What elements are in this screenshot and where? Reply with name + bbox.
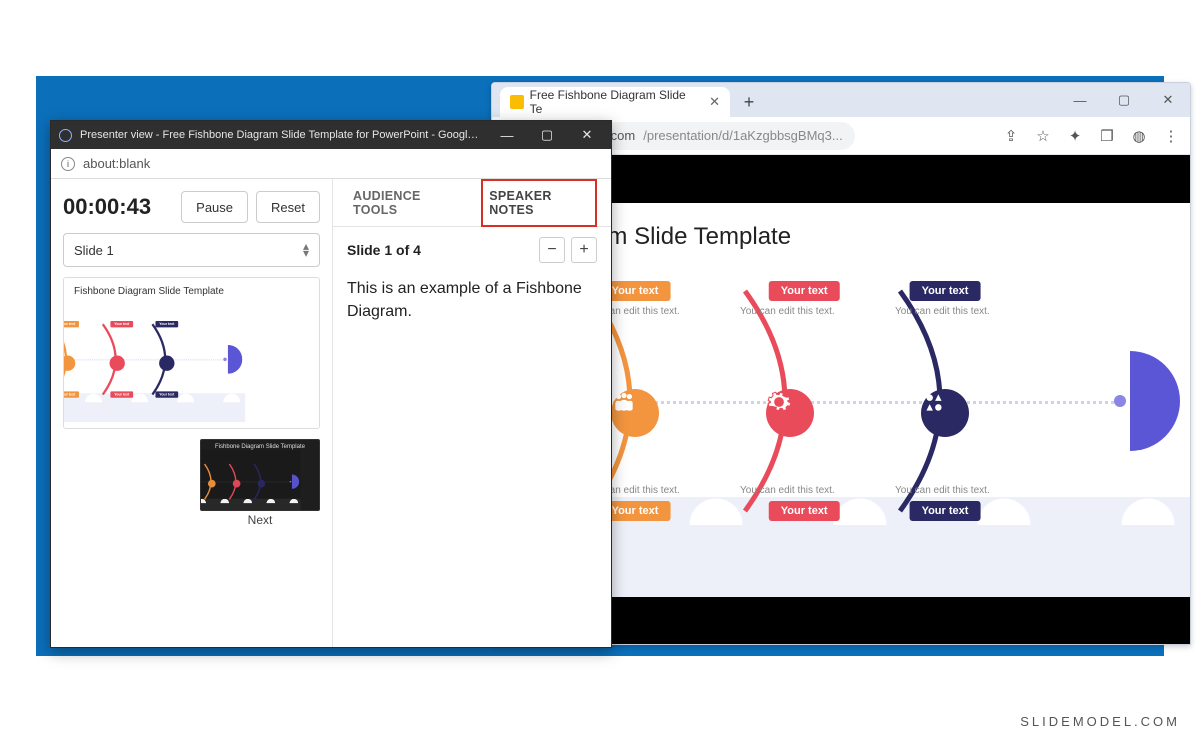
speaker-notes-text: This is an example of a Fishbone Diagram…	[333, 273, 611, 327]
slides-favicon-icon	[510, 95, 524, 109]
next-slide-thumbnail[interactable]: Fishbone Diagram Slide Template	[200, 439, 320, 511]
shapes-icon	[159, 356, 174, 371]
slide-selector[interactable]: Slide 1 ▴▾	[63, 233, 320, 267]
tab-close-icon[interactable]: ✕	[709, 94, 720, 110]
mini-tag: Your text	[110, 321, 133, 327]
pause-button[interactable]: Pause	[181, 191, 248, 223]
timer-display: 00:00:43	[63, 194, 173, 220]
presenter-tabs: AUDIENCE TOOLS SPEAKER NOTES	[333, 179, 611, 227]
window-close-button[interactable]: ✕	[1146, 83, 1190, 117]
shapes-icon	[258, 480, 266, 488]
presenter-minimize-button[interactable]: —	[491, 128, 523, 143]
slide-selector-label: Slide 1	[74, 243, 114, 258]
zoom-out-button[interactable]: −	[539, 237, 565, 263]
branch-2-label-top: Your text	[769, 281, 840, 301]
browser-tab-title: Free Fishbone Diagram Slide Te	[530, 88, 697, 116]
gear-icon	[110, 356, 125, 371]
share-icon[interactable]: ⇪	[1002, 127, 1020, 145]
presenter-url: about:blank	[83, 156, 150, 171]
branch-3-desc-top: You can edit this text.	[895, 305, 995, 318]
branch-3-label-bot: Your text	[910, 501, 981, 521]
mini-tag: Your text	[63, 321, 79, 327]
window-maximize-button[interactable]: ▢	[1102, 83, 1146, 117]
mini-tag: Your text	[110, 391, 133, 397]
presenter-window: Presenter view - Free Fishbone Diagram S…	[50, 120, 612, 648]
menu-icon[interactable]: ⋮	[1162, 127, 1180, 145]
mini-tag: Your text	[155, 321, 178, 327]
browser-tab-active[interactable]: Free Fishbone Diagram Slide Te ✕	[500, 87, 730, 117]
leaf-icon[interactable]: ❒	[1098, 127, 1116, 145]
profile-icon[interactable]: ◍	[1130, 127, 1148, 145]
presenter-maximize-button[interactable]: ▢	[531, 127, 563, 143]
slide-canvas: one Diagram Slide Template Your text You…	[530, 203, 1190, 597]
globe-icon	[59, 129, 72, 142]
branch-2-desc-bot: You can edit this text.	[740, 484, 840, 497]
fishbone-branch-3: Your text You can edit this text. You ca…	[860, 281, 1030, 521]
browser-toolbar-icons: ⇪ ☆ ✦ ❒ ◍ ⋮	[1002, 127, 1180, 145]
shapes-icon	[921, 389, 969, 437]
people-icon	[208, 480, 216, 488]
reset-button[interactable]: Reset	[256, 191, 320, 223]
desktop-background: Free Fishbone Diagram Slide Te ✕ + — ▢ ✕…	[36, 76, 1164, 656]
url-path: /presentation/d/1aKzgbbsgBMq3...	[643, 128, 842, 143]
presenter-titlebar: Presenter view - Free Fishbone Diagram S…	[51, 121, 611, 149]
mini-tag: Your text	[155, 391, 178, 397]
branch-3-desc-bot: You can edit this text.	[895, 484, 995, 497]
branch-3-label-top: Your text	[910, 281, 981, 301]
notes-slide-indicator: Slide 1 of 4	[347, 242, 421, 258]
fishbone-head	[1080, 351, 1180, 451]
mini-tag: Your text	[63, 391, 79, 397]
zoom-in-button[interactable]: +	[571, 237, 597, 263]
presenter-right-pane: AUDIENCE TOOLS SPEAKER NOTES Slide 1 of …	[333, 179, 611, 647]
browser-tabstrip: Free Fishbone Diagram Slide Te ✕ + — ▢ ✕	[492, 83, 1190, 117]
watermark: SLIDEMODEL.COM	[1020, 714, 1180, 729]
people-icon	[611, 389, 659, 437]
branch-2-label-bot: Your text	[769, 501, 840, 521]
chevron-updown-icon: ▴▾	[303, 243, 309, 257]
new-tab-button[interactable]: +	[736, 89, 762, 115]
fishbone-branch-2: Your text You can edit this text. You ca…	[705, 281, 875, 521]
tab-speaker-notes[interactable]: SPEAKER NOTES	[481, 179, 597, 227]
presenter-window-title: Presenter view - Free Fishbone Diagram S…	[80, 129, 483, 141]
branch-2-desc-top: You can edit this text.	[740, 305, 840, 318]
info-icon[interactable]: i	[61, 157, 75, 171]
tab-audience-tools[interactable]: AUDIENCE TOOLS	[347, 181, 463, 225]
presenter-address-bar: i about:blank	[51, 149, 611, 179]
presenter-left-pane: 00:00:43 Pause Reset Slide 1 ▴▾ Fishbone…	[51, 179, 333, 647]
star-icon[interactable]: ☆	[1034, 127, 1052, 145]
gear-icon	[233, 480, 241, 488]
next-label: Next	[200, 513, 320, 527]
gear-icon	[766, 389, 814, 437]
extensions-icon[interactable]: ✦	[1066, 127, 1084, 145]
current-slide-thumbnail[interactable]: Fishbone Diagram Slide Template Your tex…	[63, 277, 320, 429]
window-minimize-button[interactable]: —	[1058, 83, 1102, 117]
presenter-close-button[interactable]: ✕	[571, 127, 603, 143]
window-controls: — ▢ ✕	[1058, 83, 1190, 117]
